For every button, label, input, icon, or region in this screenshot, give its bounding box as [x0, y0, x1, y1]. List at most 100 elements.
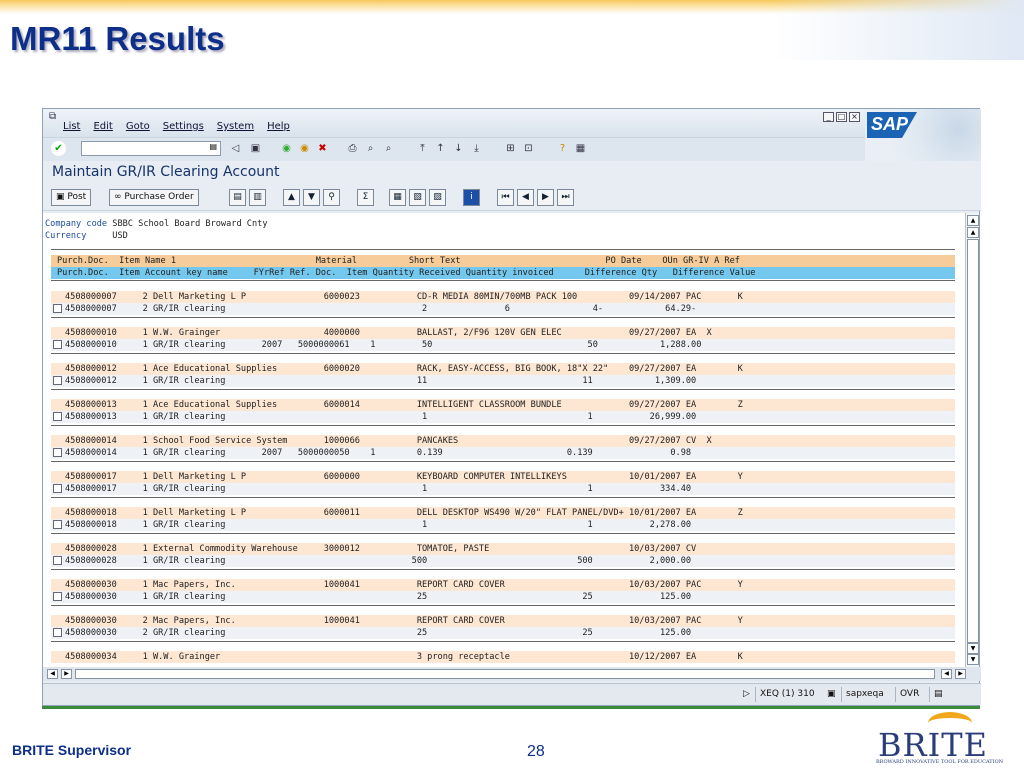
menu-list[interactable]: List [63, 121, 80, 132]
scroll-left-icon[interactable]: ◀ [47, 669, 58, 679]
row-checkbox[interactable] [53, 520, 62, 529]
row-checkbox[interactable] [53, 304, 62, 313]
table-row[interactable]: 4508000030 2 Mac Papers, Inc. 1000041 RE… [51, 615, 955, 627]
table-row[interactable]: 4508000028 1 External Commodity Warehous… [51, 543, 955, 555]
next-icon[interactable]: ▶ [537, 189, 554, 206]
choose-icon[interactable]: ▥ [249, 189, 266, 206]
scroll-left-end-icon[interactable]: ◀ [941, 669, 952, 679]
scroll-up-icon[interactable]: ▲ [967, 215, 979, 226]
row-text: 4508000014 1 GR/IR clearing 2007 5000000… [65, 448, 692, 458]
scroll-top-icon[interactable]: ▲ [967, 227, 979, 238]
table-row[interactable]: 4508000010 1 W.W. Grainger 4000000 BALLA… [51, 327, 955, 339]
table-row[interactable]: 4508000012 1 GR/IR clearing 11 11 1,309.… [51, 375, 955, 387]
table-row[interactable]: 4508000007 2 Dell Marketing L P 6000023 … [51, 291, 955, 303]
row-checkbox[interactable] [53, 340, 62, 349]
row-checkbox[interactable] [53, 484, 62, 493]
table-row[interactable]: 4508000034 1 W.W. Grainger 3 prong recep… [51, 651, 955, 663]
save-icon[interactable]: ▣ [248, 141, 263, 156]
change-layout-icon[interactable]: ▧ [409, 189, 426, 206]
back-arrow-icon[interactable]: ◁ [228, 141, 243, 156]
table-row[interactable]: 4508000030 1 GR/IR clearing 25 25 125.00 [51, 591, 955, 603]
page-number: 28 [527, 743, 545, 760]
row-checkbox[interactable] [53, 376, 62, 385]
window-menu-icon[interactable]: ⧉ [49, 111, 56, 122]
table-row[interactable]: 4508000007 2 GR/IR clearing 2 6 4- 64.29… [51, 303, 955, 315]
layout-menu-icon[interactable]: ▦ [573, 141, 588, 156]
close-icon[interactable]: × [849, 112, 860, 122]
divider [51, 389, 955, 390]
row-checkbox[interactable] [53, 448, 62, 457]
row-checkbox[interactable] [53, 556, 62, 565]
find-next-icon[interactable]: ⌕ [381, 141, 396, 156]
horizontal-scroll-track[interactable] [75, 669, 935, 679]
row-text: 4508000030 1 GR/IR clearing 25 25 125.00 [65, 592, 692, 602]
first-page-icon[interactable]: ⤒ [415, 141, 430, 156]
menu-settings[interactable]: Settings [163, 121, 204, 132]
menu-help[interactable]: Help [267, 121, 290, 132]
back-icon[interactable]: ◉ [279, 141, 294, 156]
table-row[interactable]: 4508000030 2 GR/IR clearing 25 25 125.00 [51, 627, 955, 639]
table-row[interactable]: 4508000014 1 School Food Service System … [51, 435, 955, 447]
find-icon[interactable]: ⌕ [363, 141, 378, 156]
enter-check-icon[interactable]: ✔ [51, 141, 66, 156]
scroll-thumb[interactable] [967, 239, 979, 643]
save-layout-icon[interactable]: ▨ [429, 189, 446, 206]
command-field[interactable]: ▤ [81, 141, 221, 156]
shortcut-icon[interactable]: ⊡ [521, 141, 536, 156]
scroll-bottom-icon[interactable]: ▼ [967, 643, 979, 654]
sum-icon[interactable]: Σ [357, 189, 374, 206]
scroll-down-icon[interactable]: ▼ [967, 654, 979, 665]
cancel-icon[interactable]: ✖ [315, 141, 330, 156]
last-icon[interactable]: ⏭ [557, 189, 574, 206]
row-checkbox[interactable] [53, 628, 62, 637]
menu-system[interactable]: System [217, 121, 254, 132]
set-filter-icon[interactable]: ⚲ [323, 189, 340, 206]
menu-bar: ⧉ List Edit Goto Settings System Help _ … [43, 109, 981, 137]
divider [51, 605, 955, 606]
minimize-icon[interactable]: _ [823, 112, 834, 122]
next-page-icon[interactable]: ↓ [451, 141, 466, 156]
filter-icon[interactable]: ▼ [303, 189, 320, 206]
row-checkbox[interactable] [53, 592, 62, 601]
prev-icon[interactable]: ◀ [517, 189, 534, 206]
table-row[interactable]: 4508000013 1 Ace Educational Supplies 60… [51, 399, 955, 411]
table-row[interactable]: 4508000018 1 Dell Marketing L P 6000011 … [51, 507, 955, 519]
table-row[interactable]: 4508000013 1 GR/IR clearing 1 1 26,999.0… [51, 411, 955, 423]
maximize-icon[interactable]: □ [836, 112, 847, 122]
vertical-scrollbar[interactable]: ▲ ▲ ▼ ▼ [965, 213, 979, 667]
status-lock-icon: ▤ [929, 687, 943, 702]
table-row[interactable]: 4508000014 1 GR/IR clearing 2007 5000000… [51, 447, 955, 459]
menu-edit[interactable]: Edit [93, 121, 112, 132]
row-checkbox[interactable] [53, 412, 62, 421]
menu-goto[interactable]: Goto [126, 121, 150, 132]
table-row[interactable]: 4508000018 1 GR/IR clearing 1 1 2,278.00 [51, 519, 955, 531]
table-row[interactable]: 4508000028 1 GR/IR clearing 500 500 2,00… [51, 555, 955, 567]
exit-icon[interactable]: ◉ [297, 141, 312, 156]
post-button[interactable]: ▣ Post [51, 189, 92, 206]
sort-ascending-icon[interactable]: ▲ [283, 189, 300, 206]
horizontal-scrollbar[interactable]: ◀ ▶ ◀ ▶ [43, 667, 981, 681]
last-page-icon[interactable]: ⤓ [469, 141, 484, 156]
help-icon[interactable]: ? [555, 141, 570, 156]
create-session-icon[interactable]: ⊞ [503, 141, 518, 156]
purchase-order-button[interactable]: ∞ Purchase Order [109, 189, 199, 206]
table-row[interactable]: 4508000017 1 Dell Marketing L P 6000000 … [51, 471, 955, 483]
print-icon[interactable]: ⎙ [345, 141, 360, 156]
details-icon[interactable]: ▤ [229, 189, 246, 206]
application-toolbar: ▣ Post ∞ Purchase Order ▤ ▥ ▲ ▼ ⚲ Σ ▦ ▧ … [43, 185, 981, 211]
layout-icon[interactable]: ▦ [389, 189, 406, 206]
status-play-icon[interactable]: ▷ [739, 687, 750, 702]
status-server: sapxeqa [841, 687, 884, 702]
table-row[interactable]: 4508000010 1 GR/IR clearing 2007 5000000… [51, 339, 955, 351]
scroll-right-icon[interactable]: ▶ [61, 669, 72, 679]
info-icon[interactable]: i [463, 189, 480, 206]
status-transaction: XEQ (1) 310 [755, 687, 815, 702]
previous-page-icon[interactable]: ↑ [433, 141, 448, 156]
first-icon[interactable]: ⏮ [497, 189, 514, 206]
status-details-icon[interactable]: ▣ [823, 687, 836, 702]
table-row[interactable]: 4508000030 1 Mac Papers, Inc. 1000041 RE… [51, 579, 955, 591]
row-text: 4508000030 2 Mac Papers, Inc. 1000041 RE… [65, 616, 743, 626]
scroll-right-end-icon[interactable]: ▶ [955, 669, 966, 679]
table-row[interactable]: 4508000012 1 Ace Educational Supplies 60… [51, 363, 955, 375]
table-row[interactable]: 4508000017 1 GR/IR clearing 1 1 334.40 [51, 483, 955, 495]
